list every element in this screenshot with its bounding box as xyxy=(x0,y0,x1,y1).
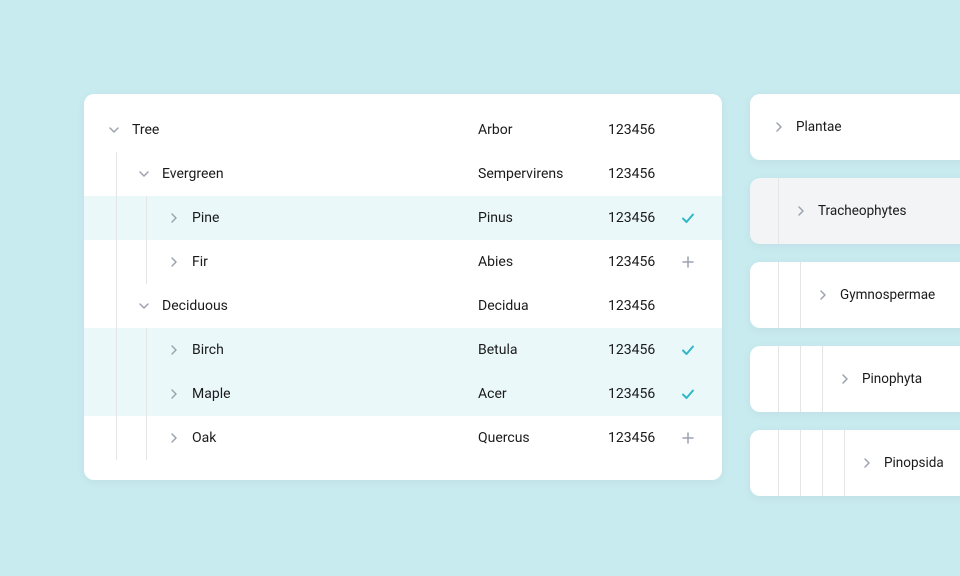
taxonomy-name: Plantae xyxy=(790,119,842,135)
tree-item-number: 123456 xyxy=(608,298,655,314)
tree-row[interactable]: Oak Quercus 123456 xyxy=(84,416,722,460)
chevron-right-icon[interactable] xyxy=(768,121,790,133)
tree-item-latin: Acer xyxy=(478,386,507,402)
tree-item-number: 123456 xyxy=(608,254,655,270)
tree-item-number: 123456 xyxy=(608,342,655,358)
chevron-right-icon[interactable] xyxy=(162,432,186,444)
indent-guides xyxy=(102,196,162,240)
plus-icon[interactable] xyxy=(678,431,698,445)
indent-guides xyxy=(768,178,790,244)
tree-row[interactable]: Maple Acer 123456 xyxy=(84,372,722,416)
taxonomy-card[interactable]: Tracheophytes xyxy=(750,178,960,244)
tree-item-name: Pine xyxy=(186,210,219,226)
check-icon[interactable] xyxy=(678,342,698,358)
chevron-down-icon[interactable] xyxy=(132,168,156,180)
tree-item-name: Birch xyxy=(186,342,224,358)
tree-row[interactable]: Tree Arbor 123456 xyxy=(84,108,722,152)
indent-guides xyxy=(768,430,856,496)
tree-item-name: Maple xyxy=(186,386,231,402)
indent-guides xyxy=(102,240,162,284)
check-icon[interactable] xyxy=(678,386,698,402)
tree-item-latin: Decidua xyxy=(478,298,529,314)
tree-item-latin: Betula xyxy=(478,342,517,358)
tree-row[interactable]: Pine Pinus 123456 xyxy=(84,196,722,240)
tree-item-number: 123456 xyxy=(608,210,655,226)
tree-row[interactable]: Fir Abies 123456 xyxy=(84,240,722,284)
chevron-right-icon[interactable] xyxy=(162,256,186,268)
chevron-right-icon[interactable] xyxy=(790,205,812,217)
tree-row[interactable]: Evergreen Sempervirens 123456 xyxy=(84,152,722,196)
taxonomy-card[interactable]: Pinophyta xyxy=(750,346,960,412)
taxonomy-name: Pinopsida xyxy=(878,455,944,471)
check-icon[interactable] xyxy=(678,210,698,226)
tree-item-name: Evergreen xyxy=(156,166,224,182)
tree-item-name: Deciduous xyxy=(156,298,228,314)
tree-item-latin: Quercus xyxy=(478,430,530,446)
tree-item-latin: Pinus xyxy=(478,210,513,226)
plus-icon[interactable] xyxy=(678,255,698,269)
indent-guides xyxy=(102,372,162,416)
indent-guides xyxy=(102,416,162,460)
taxonomy-name: Gymnospermae xyxy=(834,287,935,303)
tree-item-number: 123456 xyxy=(608,166,655,182)
chevron-right-icon[interactable] xyxy=(162,388,186,400)
chevron-right-icon[interactable] xyxy=(162,344,186,356)
indent-guides xyxy=(768,346,834,412)
tree-item-name: Tree xyxy=(126,122,159,138)
taxonomy-card[interactable]: Gymnospermae xyxy=(750,262,960,328)
chevron-down-icon[interactable] xyxy=(102,124,126,136)
taxonomy-card[interactable]: Pinopsida xyxy=(750,430,960,496)
tree-item-number: 123456 xyxy=(608,122,655,138)
tree-item-latin: Sempervirens xyxy=(478,166,563,182)
tree-item-name: Fir xyxy=(186,254,208,270)
tree-item-latin: Arbor xyxy=(478,122,512,138)
indent-guides xyxy=(102,328,162,372)
tree-row[interactable]: Deciduous Decidua 123456 xyxy=(84,284,722,328)
taxonomy-name: Pinophyta xyxy=(856,371,922,387)
taxonomy-card[interactable]: Plantae xyxy=(750,94,960,160)
taxonomy-name: Tracheophytes xyxy=(812,203,907,219)
tree-row[interactable]: Birch Betula 123456 xyxy=(84,328,722,372)
chevron-right-icon[interactable] xyxy=(834,373,856,385)
tree-item-number: 123456 xyxy=(608,430,655,446)
indent-guides xyxy=(102,284,132,328)
taxonomy-side-cards: Plantae Tracheophytes Gymnospermae Pinophyt… xyxy=(750,94,960,496)
chevron-right-icon[interactable] xyxy=(812,289,834,301)
indent-guides xyxy=(768,262,812,328)
chevron-right-icon[interactable] xyxy=(856,457,878,469)
indent-guides xyxy=(102,152,132,196)
chevron-down-icon[interactable] xyxy=(132,300,156,312)
tree-item-latin: Abies xyxy=(478,254,513,270)
tree-item-number: 123456 xyxy=(608,386,655,402)
chevron-right-icon[interactable] xyxy=(162,212,186,224)
tree-panel: Tree Arbor 123456 Evergreen Sempervirens 1234… xyxy=(84,94,722,480)
tree-item-name: Oak xyxy=(186,430,216,446)
